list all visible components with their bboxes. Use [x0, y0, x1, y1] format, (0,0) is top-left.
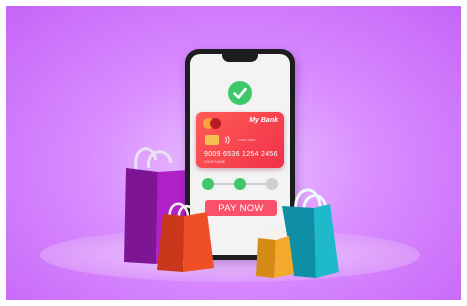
- front-bags: [157, 188, 339, 278]
- orange-shopping-bag: [157, 202, 214, 272]
- illustration: My Bank VALID THRU 9009 6536 1254 2456 Y…: [0, 0, 467, 306]
- yellow-shopping-bag: [256, 228, 294, 278]
